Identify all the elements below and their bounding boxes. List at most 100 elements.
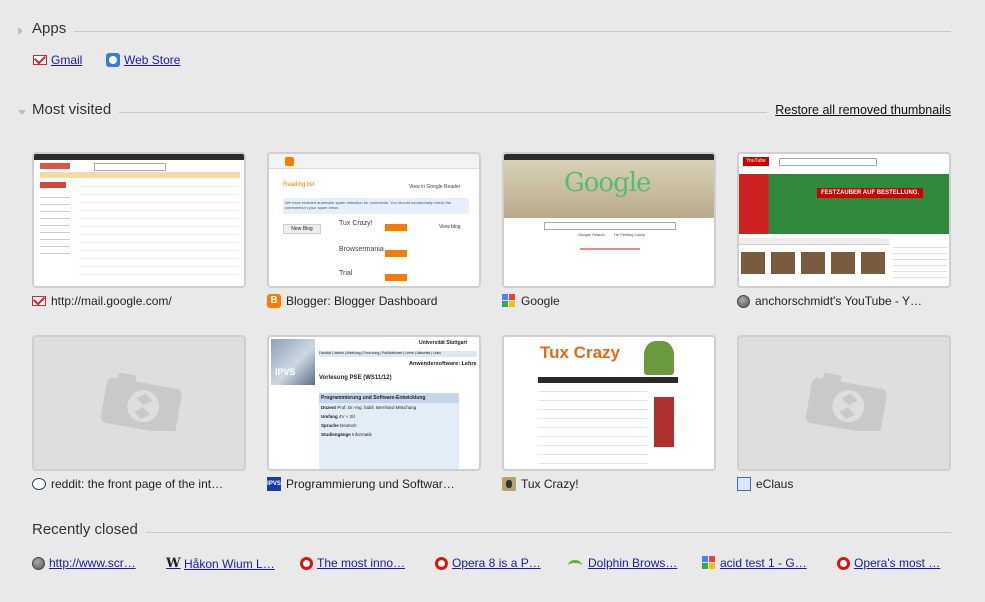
- thumb-view-google: View in Google Reader: [409, 184, 461, 190]
- thumb-search: [779, 158, 877, 166]
- thumb-tabs: [739, 238, 889, 245]
- thumb-sidebar: [893, 242, 947, 280]
- globe-icon: [737, 294, 750, 308]
- thumb-youtube-logo: YouTube: [743, 157, 769, 166]
- thumb-box-rows: Dozent Prof. Dr.-Ing. habil. Bernhard Mi…: [321, 405, 417, 437]
- thumb-dinosaur-image: [644, 341, 674, 375]
- opera-icon: [837, 556, 850, 570]
- thumb-nav: Fakultät | Institut | Abteilung | Forsch…: [319, 351, 477, 357]
- blogger-thumbnail[interactable]: Reading list View in Google Reader We ha…: [267, 152, 481, 288]
- thumb-section: Anwendersoftware: Lehre: [409, 361, 477, 367]
- most-visited-section-header[interactable]: Most visited Restore all removed thumbna…: [18, 101, 951, 125]
- thumb-sidebar-ad: [654, 397, 674, 447]
- thumb-building-image: [271, 339, 315, 385]
- collapse-arrow-icon[interactable]: [18, 27, 23, 35]
- ipvs-thumbnail[interactable]: IPVS Universität Stuttgart Fakultät | In…: [267, 335, 481, 471]
- thumb-search: [94, 163, 166, 171]
- camera-placeholder-icon: [100, 373, 182, 431]
- thumb-notice: [40, 172, 240, 178]
- thumb-lucky-button: I'm Feeling Lucky: [614, 232, 645, 237]
- google-icon: [702, 556, 716, 570]
- item-label: Opera 8 is a P…: [452, 556, 541, 570]
- web-store-icon: [106, 53, 120, 67]
- thumb-ipvs-logo: IPVS: [275, 367, 296, 377]
- thumb-search-button: Google Search: [578, 232, 605, 237]
- tile-title: reddit: the front page of the int…: [51, 477, 224, 491]
- dolphin-icon: [568, 558, 584, 568]
- divider: [32, 532, 951, 533]
- app-label: Gmail: [51, 53, 83, 67]
- most-visited-tile[interactable]: Google Google Search I'm Feeling Lucky G…: [502, 152, 716, 309]
- gmail-icon: [32, 296, 46, 306]
- opera-icon: [435, 556, 448, 570]
- restore-thumbnails-link[interactable]: Restore all removed thumbnails: [767, 103, 951, 117]
- most-visited-tile[interactable]: Tux Crazy Tux Crazy!: [502, 335, 716, 492]
- item-label: Dolphin Brows…: [588, 556, 678, 570]
- recently-closed-item[interactable]: Opera 8 is a P…: [435, 556, 541, 570]
- thumb-post-list: [538, 387, 648, 467]
- tile-title: Programmierung und Softwar…: [286, 477, 455, 491]
- thumb-inbox-list: [78, 182, 238, 282]
- thumb-button: [385, 250, 407, 257]
- youtube-thumbnail[interactable]: YouTube FESTZAUBER AUF BESTELLUNG.: [737, 152, 951, 288]
- thumb-course: Vorlesung PSE (WS11/12): [319, 375, 392, 381]
- thumb-labels: [40, 194, 70, 254]
- app-gmail-link[interactable]: Gmail: [33, 53, 82, 67]
- globe-icon: [32, 556, 45, 570]
- app-web-store-link[interactable]: Web Store: [106, 53, 180, 67]
- thumb-banner: [739, 174, 949, 234]
- thumb-logo: [40, 163, 70, 169]
- most-visited-tile[interactable]: reddit: the front page of the int…: [32, 335, 246, 492]
- tile-title: Tux Crazy!: [521, 477, 579, 491]
- tile-title: Google: [521, 294, 560, 308]
- recently-closed-item[interactable]: Opera's most …: [837, 556, 940, 570]
- divider: [32, 31, 951, 32]
- recently-closed-section-header: Recently closed: [32, 521, 951, 545]
- recently-closed-item[interactable]: http://www.scr…: [32, 556, 136, 570]
- tile-title: http://mail.google.com/: [51, 294, 172, 308]
- thumb-notice: We have enabled automatic spam detection…: [283, 198, 469, 214]
- blogger-icon: [285, 157, 294, 166]
- camera-placeholder-icon: [805, 373, 887, 431]
- most-visited-tile[interactable]: Reading list View in Google Reader We ha…: [267, 152, 481, 309]
- recently-closed-item[interactable]: W Håkon Wium L…: [166, 556, 275, 571]
- eclaus-thumbnail[interactable]: [737, 335, 951, 471]
- most-visited-tile[interactable]: YouTube FESTZAUBER AUF BESTELLUNG. ancho…: [737, 152, 951, 309]
- thumb-button: [385, 224, 407, 231]
- thumb-header: [269, 154, 479, 169]
- thumb-blog-title: Trial: [339, 270, 353, 277]
- thumb-topbar: [34, 154, 244, 160]
- tile-title: eClaus: [756, 477, 794, 491]
- thumb-video-grid: [741, 252, 889, 274]
- thumb-nav: [538, 377, 678, 383]
- tux-crazy-thumbnail[interactable]: Tux Crazy: [502, 335, 716, 471]
- item-label: Opera's most …: [854, 556, 941, 570]
- thumb-banner-text: FESTZAUBER AUF BESTELLUNG.: [817, 188, 924, 198]
- thumb-view-blog: View blog: [439, 224, 461, 230]
- most-visited-title: Most visited: [32, 101, 120, 118]
- most-visited-tile[interactable]: eClaus: [737, 335, 951, 492]
- reddit-thumbnail[interactable]: [32, 335, 246, 471]
- recently-closed-item[interactable]: The most inno…: [300, 556, 405, 570]
- eclaus-icon: [737, 477, 751, 491]
- expand-arrow-icon[interactable]: [18, 110, 26, 115]
- thumb-uni-name: Universität Stuttgart: [419, 340, 468, 346]
- tile-title: Blogger: Blogger Dashboard: [286, 294, 438, 308]
- google-thumbnail[interactable]: Google Google Search I'm Feeling Lucky: [502, 152, 716, 288]
- gmail-thumbnail[interactable]: [32, 152, 246, 288]
- tile-title: anchorschmidt's YouTube - Y…: [755, 294, 923, 308]
- thumb-blog-title: Tux Crazy!: [339, 220, 373, 227]
- app-label: Web Store: [124, 53, 181, 67]
- thumb-compose: [40, 182, 66, 188]
- item-label: Håkon Wium L…: [184, 556, 275, 571]
- apps-section-header[interactable]: Apps: [18, 20, 951, 44]
- gmail-icon: [33, 55, 47, 65]
- most-visited-tile[interactable]: http://mail.google.com/: [32, 152, 246, 309]
- thumb-button: [385, 274, 407, 281]
- recently-closed-item[interactable]: Dolphin Brows…: [568, 556, 677, 570]
- thumb-blog-title: Browsermania: [339, 246, 384, 253]
- recently-closed-item[interactable]: acid test 1 - G…: [702, 556, 807, 570]
- most-visited-tile[interactable]: IPVS Universität Stuttgart Fakultät | In…: [267, 335, 481, 492]
- wikipedia-icon: W: [166, 556, 181, 571]
- blogger-icon: B: [267, 294, 281, 308]
